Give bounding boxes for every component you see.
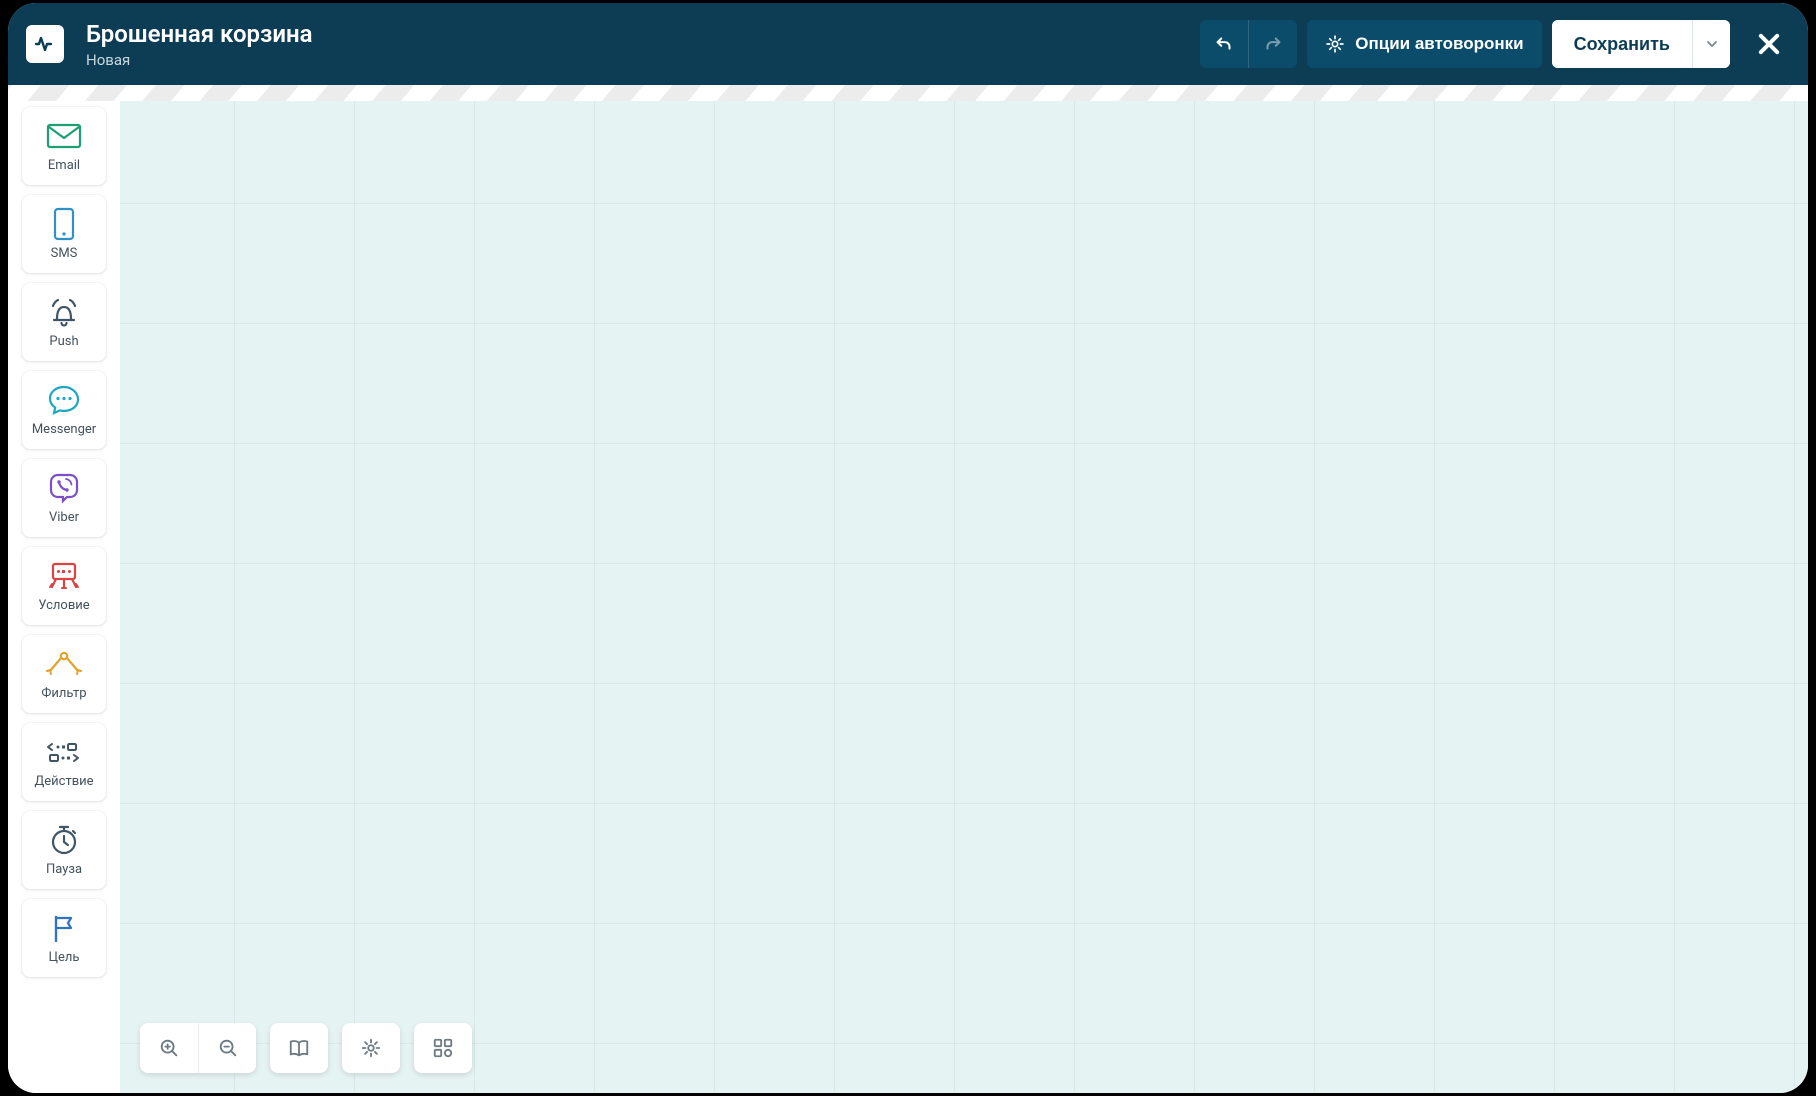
undo-icon <box>1213 33 1235 55</box>
action-icon <box>44 738 84 766</box>
gear-icon <box>1325 34 1345 54</box>
palette-item-label: Цель <box>49 951 80 965</box>
flow-canvas[interactable] <box>120 101 1808 1093</box>
push-icon <box>47 296 81 328</box>
pause-icon <box>48 823 80 857</box>
palette-item-label: Действие <box>34 775 93 789</box>
page-subtitle: Новая <box>86 51 313 70</box>
save-button[interactable]: Сохранить <box>1552 20 1692 68</box>
save-button-group: Сохранить <box>1552 20 1730 68</box>
filter-icon <box>44 649 84 679</box>
redo-icon <box>1262 33 1284 55</box>
redo-button[interactable] <box>1249 20 1297 68</box>
palette-item-push[interactable]: Push <box>22 283 106 361</box>
palette-item-label: SMS <box>51 247 78 261</box>
app-logo <box>26 25 64 63</box>
palette-item-label: Push <box>49 335 78 349</box>
guide-button[interactable] <box>270 1023 328 1073</box>
app-header: Брошенная корзина Новая <box>8 3 1808 85</box>
layout-button[interactable] <box>414 1023 472 1073</box>
palette-item-sms[interactable]: SMS <box>22 195 106 273</box>
chevron-down-icon <box>1706 38 1718 50</box>
palette-item-label: Пауза <box>46 863 82 877</box>
palette-item-email[interactable]: Email <box>22 107 106 185</box>
progress-stripe <box>8 85 1808 101</box>
book-icon <box>288 1037 310 1059</box>
email-icon <box>46 122 82 150</box>
palette-item-messenger[interactable]: Messenger <box>22 371 106 449</box>
palette-item-goal[interactable]: Цель <box>22 899 106 977</box>
funnel-options-label: Опции автоворонки <box>1355 34 1523 54</box>
goal-icon <box>48 913 80 943</box>
settings-button[interactable] <box>342 1023 400 1073</box>
pulse-icon <box>33 32 57 56</box>
zoom-out-button[interactable] <box>198 1023 256 1073</box>
funnel-options-button[interactable]: Опции автоворонки <box>1307 20 1541 68</box>
palette-item-label: Email <box>48 159 80 173</box>
zoom-out-icon <box>217 1037 239 1059</box>
gear-icon <box>360 1037 382 1059</box>
palette-item-label: Viber <box>49 511 79 525</box>
palette-item-filter[interactable]: Фильтр <box>22 635 106 713</box>
zoom-in-icon <box>158 1037 180 1059</box>
close-icon <box>1755 30 1783 58</box>
messenger-icon <box>46 384 82 416</box>
zoom-in-button[interactable] <box>140 1023 198 1073</box>
palette-item-pause[interactable]: Пауза <box>22 811 106 889</box>
canvas-toolbar <box>140 1023 472 1073</box>
condition-icon <box>46 561 82 591</box>
page-title: Брошенная корзина <box>86 19 313 49</box>
save-dropdown-button[interactable] <box>1692 20 1730 68</box>
layout-icon <box>432 1037 454 1059</box>
canvas-grid <box>120 101 1808 1093</box>
close-button[interactable] <box>1748 23 1790 65</box>
palette-item-label: Messenger <box>32 423 96 437</box>
viber-icon <box>47 471 81 505</box>
undo-redo-group <box>1200 20 1297 68</box>
elements-palette: Email SMS <box>8 101 120 1093</box>
palette-item-label: Фильтр <box>41 687 86 701</box>
undo-button[interactable] <box>1200 20 1248 68</box>
palette-item-label: Условие <box>38 599 89 613</box>
palette-item-action[interactable]: Действие <box>22 723 106 801</box>
palette-item-viber[interactable]: Viber <box>22 459 106 537</box>
sms-icon <box>52 207 76 241</box>
palette-item-condition[interactable]: Условие <box>22 547 106 625</box>
